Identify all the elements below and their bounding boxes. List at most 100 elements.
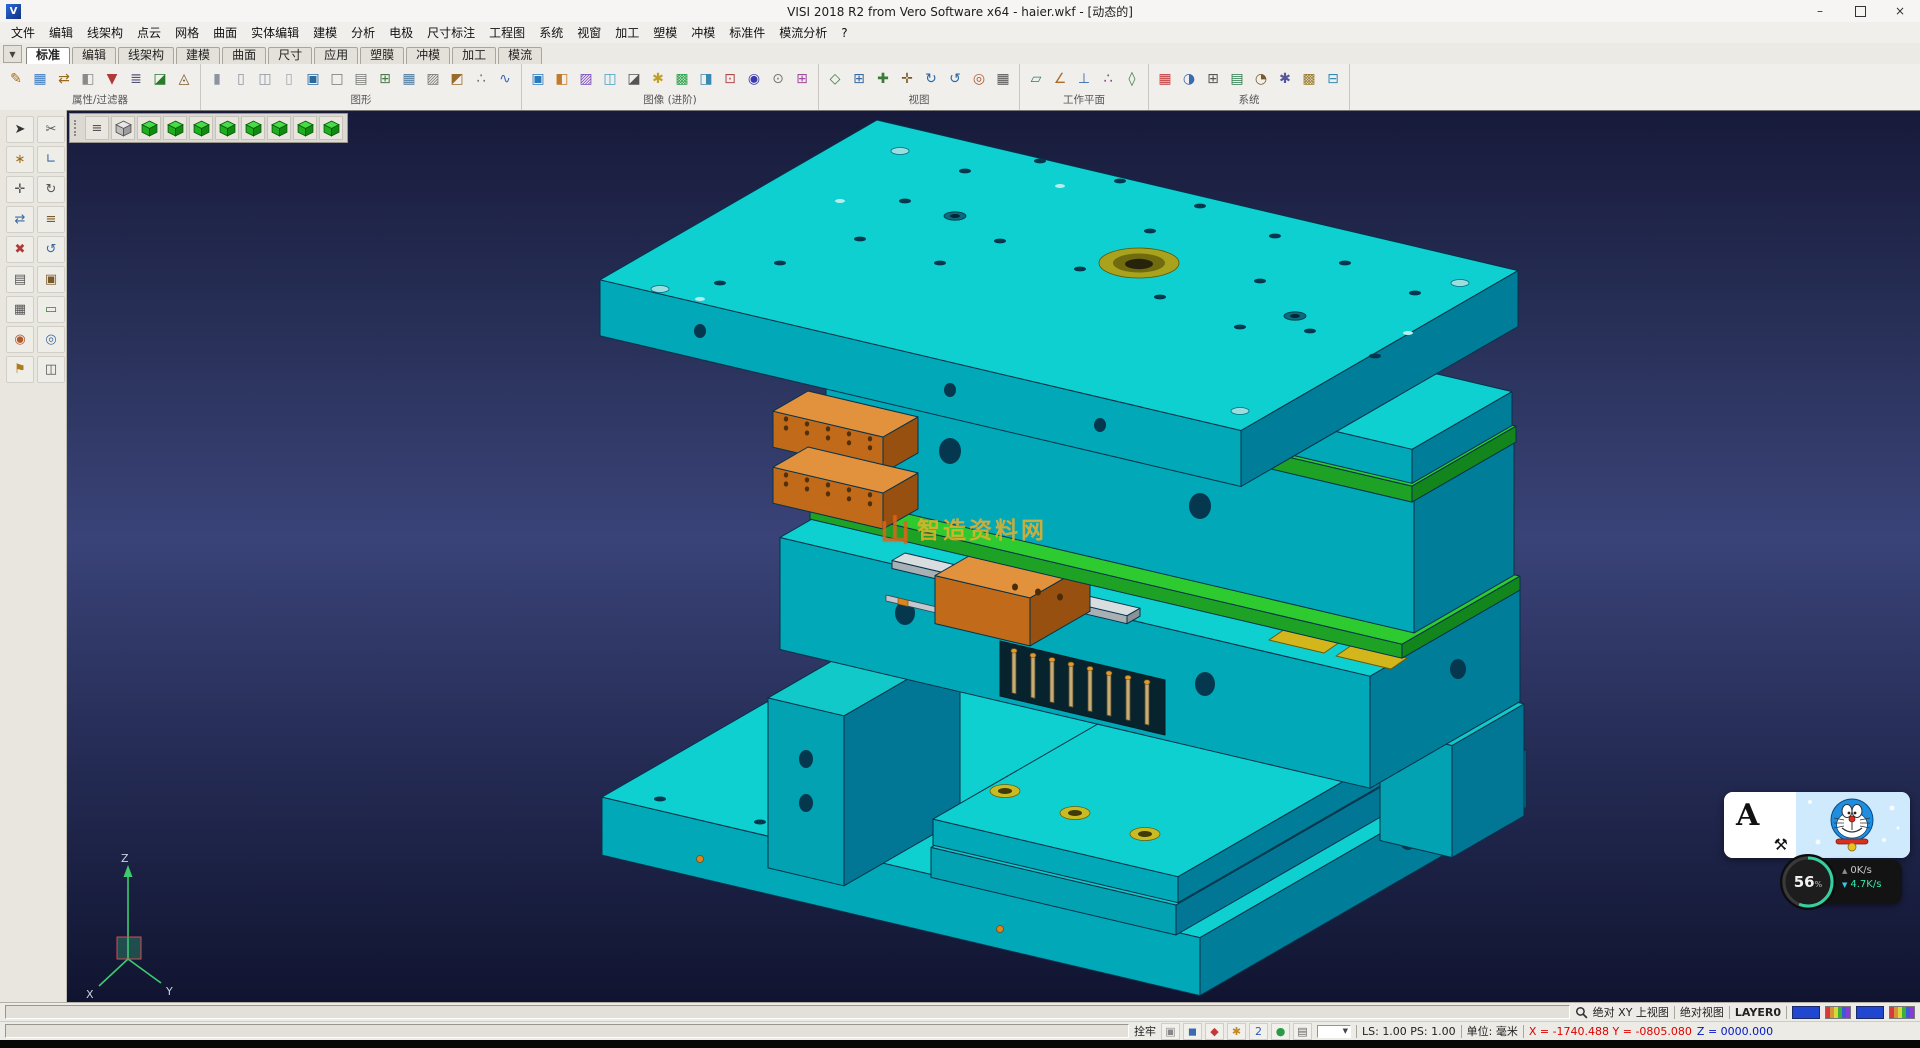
view-left-icon[interactable]	[267, 116, 291, 140]
zoom-fit-icon[interactable]: ◇	[824, 68, 846, 90]
current-color-swatch[interactable]	[1792, 1006, 1820, 1019]
tab-应用[interactable]: 应用	[314, 47, 358, 64]
menu-item[interactable]: 视窗	[570, 22, 608, 43]
tab-模流[interactable]: 模流	[498, 47, 542, 64]
tab-加工[interactable]: 加工	[452, 47, 496, 64]
zoom-in-icon[interactable]: ✚	[872, 68, 894, 90]
scale-combo[interactable]: ▼	[1317, 1025, 1351, 1038]
workplane-view-icon[interactable]: ◊	[1121, 68, 1143, 90]
minimize-button[interactable]: –	[1800, 0, 1840, 22]
save-status-icon[interactable]: ◼	[1183, 1023, 1202, 1040]
brush-status-icon[interactable]: ✱	[1227, 1023, 1246, 1040]
palette-cell[interactable]	[1846, 1007, 1850, 1018]
render-shaded-icon[interactable]: ▣	[527, 68, 549, 90]
swap-attributes-icon[interactable]: ⇄	[53, 68, 75, 90]
layers-status-icon[interactable]: ▤	[1293, 1023, 1312, 1040]
background-icon[interactable]: ▩	[671, 68, 693, 90]
target-icon[interactable]: ◎	[37, 326, 65, 353]
menu-item[interactable]: 编辑	[42, 22, 80, 43]
previous-view-icon[interactable]: ↺	[944, 68, 966, 90]
layer-list-icon[interactable]: ≣	[125, 68, 147, 90]
menu-item[interactable]: 尺寸标注	[420, 22, 482, 43]
view-bottom-icon[interactable]	[319, 116, 343, 140]
view-front-icon[interactable]	[215, 116, 239, 140]
tab-编辑[interactable]: 编辑	[72, 47, 116, 64]
notes-icon[interactable]: ▭	[37, 296, 65, 323]
layers-panel-icon[interactable]: ▤	[6, 266, 34, 293]
speed-monitor-widget[interactable]: 56% ▲0K/s ▼4.7K/s	[1780, 854, 1910, 912]
shadow-icon[interactable]: ◪	[623, 68, 645, 90]
select-cursor-icon[interactable]: ➤	[6, 116, 34, 143]
filter-funnel-icon[interactable]: ▼	[101, 68, 123, 90]
delete-icon[interactable]: ✖	[6, 236, 34, 263]
menu-item[interactable]: 标准件	[722, 22, 772, 43]
tab-尺寸[interactable]: 尺寸	[268, 47, 312, 64]
menu-item[interactable]: 网格	[168, 22, 206, 43]
maximize-button[interactable]	[1840, 0, 1880, 22]
tab-dropdown-button[interactable]: ▼	[3, 45, 22, 63]
hatch-icon[interactable]: ▨	[422, 68, 444, 90]
menu-item[interactable]: 点云	[130, 22, 168, 43]
search-icon[interactable]	[1575, 1006, 1588, 1019]
color-grid-icon[interactable]: ▦	[1154, 68, 1176, 90]
clipboard-icon[interactable]: ▣	[37, 266, 65, 293]
menu-item[interactable]: 线架构	[80, 22, 130, 43]
curve-icon[interactable]: ∿	[494, 68, 516, 90]
info-attributes-icon[interactable]: ◬	[173, 68, 195, 90]
timer-icon[interactable]: ◔	[1250, 68, 1272, 90]
view-iso-sw-icon[interactable]	[163, 116, 187, 140]
help-status-icon[interactable]: 2	[1249, 1023, 1268, 1040]
matrix-icon[interactable]: ▩	[1298, 68, 1320, 90]
view-right-icon[interactable]	[241, 116, 265, 140]
absolute-view-label[interactable]: 绝对视图	[1680, 1004, 1724, 1020]
menu-item[interactable]: 系统	[532, 22, 570, 43]
prompt-field[interactable]	[5, 1005, 1570, 1019]
workplane-3point-icon[interactable]: ∴	[1097, 68, 1119, 90]
menu-item[interactable]: 加工	[608, 22, 646, 43]
color-palette-strip-2[interactable]	[1889, 1006, 1915, 1019]
cad-link-icon[interactable]: ⊟	[1322, 68, 1344, 90]
move-icon[interactable]: ✛	[6, 176, 34, 203]
dynamic-view-icon[interactable]: ◎	[968, 68, 990, 90]
pan-icon[interactable]: ✛	[896, 68, 918, 90]
view-options-icon[interactable]: ≡	[85, 116, 109, 140]
shaded-solid-icon[interactable]: ▣	[302, 68, 324, 90]
palette-cell[interactable]	[1910, 1007, 1914, 1018]
render-texture-icon[interactable]: ▨	[575, 68, 597, 90]
transparency-icon[interactable]: ◫	[599, 68, 621, 90]
view-back-icon[interactable]	[293, 116, 317, 140]
lock-status-icon[interactable]: ▣	[1161, 1023, 1180, 1040]
mirror-icon[interactable]: ⇄	[6, 206, 34, 233]
tab-标准[interactable]: 标准	[26, 47, 70, 64]
menu-item[interactable]: 工程图	[482, 22, 532, 43]
grid-icon[interactable]: ⊞	[374, 68, 396, 90]
menu-item[interactable]: ?	[834, 24, 854, 42]
menu-item[interactable]: 建模	[306, 22, 344, 43]
eraser-icon[interactable]: ◧	[77, 68, 99, 90]
stereo-icon[interactable]: ◉	[743, 68, 765, 90]
reflection-icon[interactable]: ◨	[695, 68, 717, 90]
undo-icon[interactable]: ↺	[37, 236, 65, 263]
trim-scissors-icon[interactable]: ✂	[37, 116, 65, 143]
viewbar-grip[interactable]	[74, 120, 81, 136]
color-palette-strip[interactable]	[1825, 1006, 1851, 1019]
tab-冲模[interactable]: 冲模	[406, 47, 450, 64]
close-button[interactable]: ×	[1880, 0, 1920, 22]
snap-grid-icon[interactable]: ⊞	[1202, 68, 1224, 90]
list-manager-icon[interactable]: ▤	[1226, 68, 1248, 90]
wireframe-icon[interactable]: □	[326, 68, 348, 90]
points-icon[interactable]: ∴	[470, 68, 492, 90]
section-icon[interactable]: ◩	[446, 68, 468, 90]
view-mode-label[interactable]: 绝对 XY 上视图	[1593, 1004, 1669, 1020]
paint-fill-icon[interactable]: ◪	[149, 68, 171, 90]
current-color-swatch-2[interactable]	[1856, 1006, 1884, 1019]
graphics-viewport[interactable]: ZXY ≡ 山 智造资料网 A ⚒	[67, 110, 1920, 1002]
rotate-icon[interactable]: ↻	[37, 176, 65, 203]
workplane-angle-icon[interactable]: ∠	[1049, 68, 1071, 90]
clip-plane-icon[interactable]: ⊡	[719, 68, 741, 90]
tab-曲面[interactable]: 曲面	[222, 47, 266, 64]
zoom-window-icon[interactable]: ⊞	[848, 68, 870, 90]
multi-view-icon[interactable]: ▦	[992, 68, 1014, 90]
ok-status-icon[interactable]: ●	[1271, 1023, 1290, 1040]
menu-item[interactable]: 模流分析	[772, 22, 834, 43]
